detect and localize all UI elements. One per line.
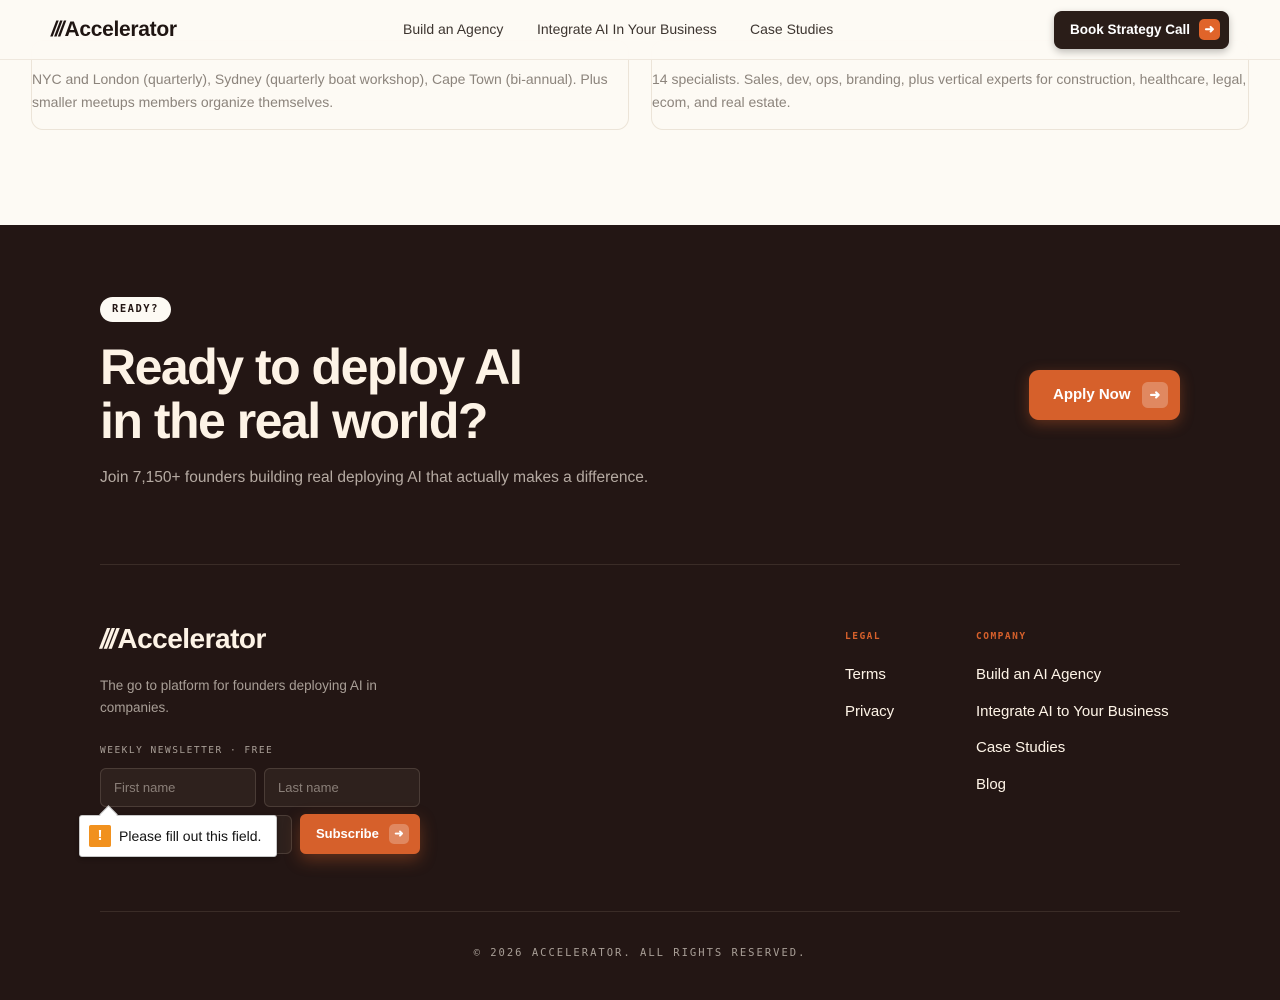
newsletter-label: WEEKLY NEWSLETTER · FREE xyxy=(100,745,274,756)
logo-text: Accelerator xyxy=(117,623,266,654)
subscribe-button[interactable]: Subscribe ➜ xyxy=(300,814,420,854)
logo-mark: /// xyxy=(51,18,64,41)
validation-message: Please fill out this field. xyxy=(119,828,262,844)
logo-text: Accelerator xyxy=(64,18,178,41)
footer-link-terms[interactable]: Terms xyxy=(845,666,886,683)
validation-tooltip: ! Please fill out this field. xyxy=(79,815,277,857)
button-label: Book Strategy Call xyxy=(1070,22,1191,37)
button-label: Apply Now xyxy=(1053,386,1131,403)
footer-logo[interactable]: ///Accelerator xyxy=(100,623,266,655)
nav-build-agency[interactable]: Build an Agency xyxy=(403,21,503,37)
footer-link-integrate-ai[interactable]: Integrate AI to Your Business xyxy=(976,703,1169,720)
logo[interactable]: ///Accelerator xyxy=(51,18,177,42)
logo-mark: /// xyxy=(100,623,117,654)
ready-badge: READY? xyxy=(100,297,171,322)
legal-heading: LEGAL xyxy=(845,631,882,642)
book-strategy-call-button[interactable]: Book Strategy Call ➜ xyxy=(1054,11,1229,49)
nav-integrate-ai[interactable]: Integrate AI In Your Business xyxy=(537,21,717,37)
footer-link-build-agency[interactable]: Build an AI Agency xyxy=(976,666,1101,683)
cta-subtext: Join 7,150+ founders building real deplo… xyxy=(100,469,649,486)
site-header: ///Accelerator Build an Agency Integrate… xyxy=(0,0,1280,60)
arrow-right-icon: ➜ xyxy=(1142,382,1168,408)
footer-link-blog[interactable]: Blog xyxy=(976,776,1006,793)
arrow-right-icon: ➜ xyxy=(389,824,409,844)
nav-case-studies[interactable]: Case Studies xyxy=(750,21,833,37)
footer-tagline: The go to platform for founders deployin… xyxy=(100,678,377,715)
arrow-right-icon: ➜ xyxy=(1199,19,1220,40)
divider xyxy=(100,564,1180,565)
headline-line-1: Ready to deploy AI xyxy=(100,339,523,395)
divider xyxy=(100,911,1180,912)
footer-link-privacy[interactable]: Privacy xyxy=(845,703,894,720)
card-text: 14 specialists. Sales, dev, ops, brandin… xyxy=(652,71,1247,110)
copyright: © 2026 ACCELERATOR. ALL RIGHTS RESERVED. xyxy=(473,947,807,959)
warning-icon: ! xyxy=(89,825,111,847)
first-name-input[interactable]: First name xyxy=(100,768,256,807)
headline-line-2: in the real world? xyxy=(100,393,488,449)
apply-now-button[interactable]: Apply Now ➜ xyxy=(1029,370,1180,420)
card-text: NYC and London (quarterly), Sydney (quar… xyxy=(32,71,608,110)
button-label: Subscribe xyxy=(316,826,379,841)
footer-link-case-studies[interactable]: Case Studies xyxy=(976,739,1065,756)
last-name-input[interactable]: Last name xyxy=(264,768,420,807)
footer-section: READY? Ready to deploy AI in the real wo… xyxy=(0,225,1280,1000)
cta-headline: Ready to deploy AI in the real world? xyxy=(100,340,720,448)
company-heading: COMPANY xyxy=(976,631,1027,642)
